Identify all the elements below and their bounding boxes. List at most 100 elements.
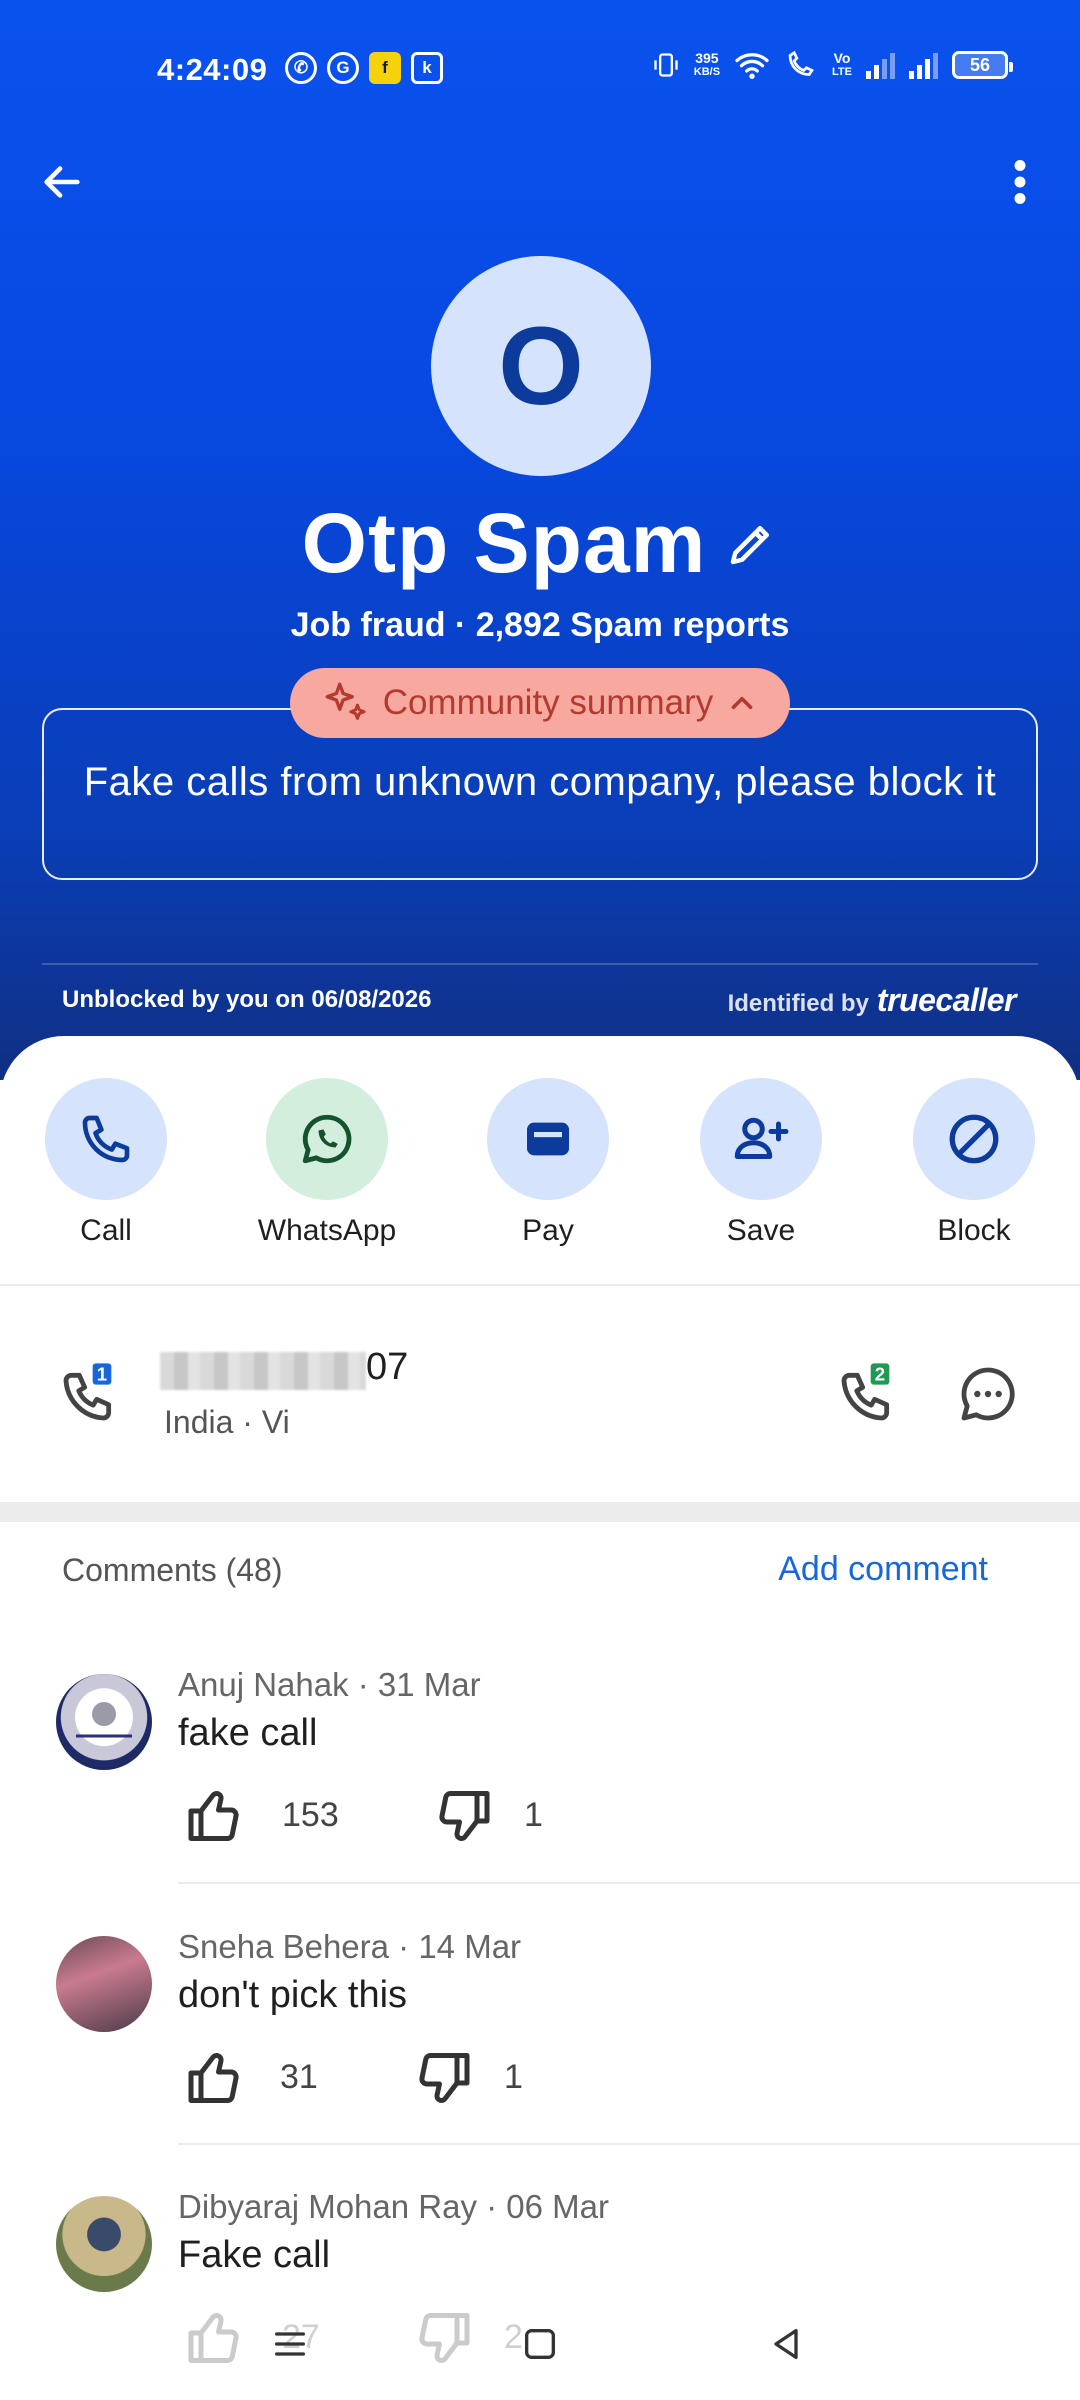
comment-text: fake call <box>178 1712 318 1754</box>
action-bar: Call WhatsApp Pay Save Block <box>0 1078 1080 1248</box>
volte-indicator: Vo LTE <box>832 51 852 79</box>
call-action-circle[interactable] <box>45 1078 167 1200</box>
call-label: Call <box>80 1214 132 1247</box>
identified-by-label: Identified by <box>727 990 869 1017</box>
google-notification-icon: G <box>327 52 359 84</box>
vibrate-icon <box>654 53 678 77</box>
status-bar: 4:24:09 ✆ G f k 395 KB/S Vo LTE 56 <box>0 48 1080 96</box>
call-sim1-button[interactable]: 1 <box>58 1362 122 1426</box>
status-right-icons: 395 KB/S Vo LTE 56 <box>652 50 1013 80</box>
identified-by: Identified by truecaller <box>727 982 1017 1019</box>
whatsapp-notification-icon: ✆ <box>285 52 317 84</box>
phone-icon <box>82 1115 130 1163</box>
dislike-count: 1 <box>504 2058 523 2096</box>
wifi-icon <box>735 53 769 79</box>
call-sim2-button[interactable]: 2 <box>836 1362 900 1426</box>
thumbs-up-icon <box>188 1791 239 1841</box>
comments-header: Comments (48) <box>62 1552 283 1588</box>
truecaller-logo: truecaller <box>876 982 1017 1018</box>
notification-icons: ✆ G f k <box>285 52 443 84</box>
pay-action[interactable]: Pay <box>458 1078 638 1248</box>
hero-divider <box>42 963 1038 965</box>
thumbs-up-icon <box>188 2053 239 2103</box>
back-triangle-icon[interactable] <box>766 2324 806 2364</box>
whatsapp-action-circle[interactable] <box>266 1078 388 1200</box>
pay-action-circle[interactable] <box>487 1078 609 1200</box>
commenter-avatar <box>56 2196 152 2292</box>
actions-divider <box>0 1284 1080 1286</box>
block-action[interactable]: Block <box>884 1078 1064 1248</box>
flipkart-notification-icon: f <box>369 52 401 84</box>
dislike-count: 1 <box>524 1796 543 1834</box>
block-label: Block <box>937 1214 1011 1247</box>
like-count: 153 <box>282 1796 339 1834</box>
chevron-up-icon <box>731 696 753 710</box>
sparkle-icon <box>325 682 366 720</box>
unblocked-status: Unblocked by you on 06/08/2026 <box>62 986 432 1013</box>
carrier-info: India · Vi <box>164 1404 290 1440</box>
commenter-avatar <box>56 1936 152 2032</box>
net-speed: 395 KB/S <box>694 51 720 79</box>
app-notification-icon: k <box>411 52 443 84</box>
system-nav-bar <box>0 2310 1080 2380</box>
message-button[interactable] <box>956 1362 1020 1426</box>
like-button[interactable] <box>186 2050 250 2106</box>
whatsapp-icon <box>302 1114 352 1164</box>
comment-divider <box>178 2143 1080 2145</box>
more-options-button[interactable] <box>996 156 1044 208</box>
name-row: Otp Spam <box>0 495 1080 592</box>
edit-name-icon[interactable] <box>724 517 778 571</box>
wifi-calling-icon <box>788 50 814 76</box>
spam-subline: Job fraud · 2,892 Spam reports <box>290 606 790 644</box>
add-person-icon <box>734 1117 789 1159</box>
comment-author-meta: Anuj Nahak · 31 Mar <box>178 1666 481 1703</box>
community-summary-label: Community summary <box>382 683 714 722</box>
pay-label: Pay <box>522 1214 574 1247</box>
community-summary-toggle[interactable]: Community summary <box>290 668 790 738</box>
comment-item: Sneha Behera · 14 Mar don't pick this 31… <box>0 1924 1080 2164</box>
comment-author-meta: Sneha Behera · 14 Mar <box>178 1928 522 1965</box>
battery-level: 56 <box>969 54 991 75</box>
sim1-badge: 1 <box>97 1364 107 1385</box>
net-speed-unit: KB/S <box>693 66 721 78</box>
phone-sim2-icon: 2 <box>841 1363 890 1421</box>
save-label: Save <box>726 1214 796 1247</box>
lte-label: LTE <box>832 66 852 78</box>
whatsapp-label: WhatsApp <box>257 1214 397 1247</box>
phone-sim1-icon: 1 <box>63 1363 112 1421</box>
recents-menu-icon[interactable] <box>270 2324 310 2364</box>
save-action[interactable]: Save <box>671 1078 851 1248</box>
like-count: 31 <box>280 2058 318 2096</box>
comment-divider <box>178 1882 1080 1884</box>
block-icon <box>949 1114 999 1164</box>
section-divider <box>0 1502 1080 1522</box>
comment-author-meta: Dibyaraj Mohan Ray · 06 Mar <box>178 2188 609 2225</box>
back-button[interactable] <box>36 156 88 208</box>
status-time: 4:24:09 <box>157 52 268 87</box>
thumbs-down-icon <box>419 2053 470 2103</box>
comment-item: Anuj Nahak · 31 Mar fake call 153 1 <box>0 1662 1080 1902</box>
block-action-circle[interactable] <box>913 1078 1035 1200</box>
community-summary-text: Fake calls from unknown company, please … <box>83 760 997 804</box>
comment-text: Fake call <box>178 2234 331 2276</box>
whatsapp-action[interactable]: WhatsApp <box>237 1078 417 1248</box>
thumbs-down-icon <box>439 1791 490 1841</box>
number-row[interactable]: 1 07 India · Vi 2 <box>0 1300 1080 1490</box>
add-comment-button[interactable]: Add comment <box>778 1550 988 1589</box>
arrow-back-icon <box>44 166 80 198</box>
dislike-button[interactable] <box>412 2050 476 2106</box>
chat-bubble-icon <box>961 1367 1015 1421</box>
dislike-button[interactable] <box>432 1788 496 1844</box>
call-action[interactable]: Call <box>16 1078 196 1248</box>
like-button[interactable] <box>186 1788 250 1844</box>
home-square-icon[interactable] <box>520 2324 560 2364</box>
commenter-avatar <box>56 1674 152 1770</box>
net-speed-value: 395 <box>695 50 719 66</box>
avatar-logo-icon <box>76 1702 132 1738</box>
save-action-circle[interactable] <box>700 1078 822 1200</box>
contact-avatar: O <box>431 256 651 476</box>
battery-icon: 56 <box>952 51 1013 79</box>
contact-name: Otp Spam <box>301 496 707 590</box>
volte-label: Vo <box>833 50 851 66</box>
comment-text: don't pick this <box>178 1974 408 2016</box>
